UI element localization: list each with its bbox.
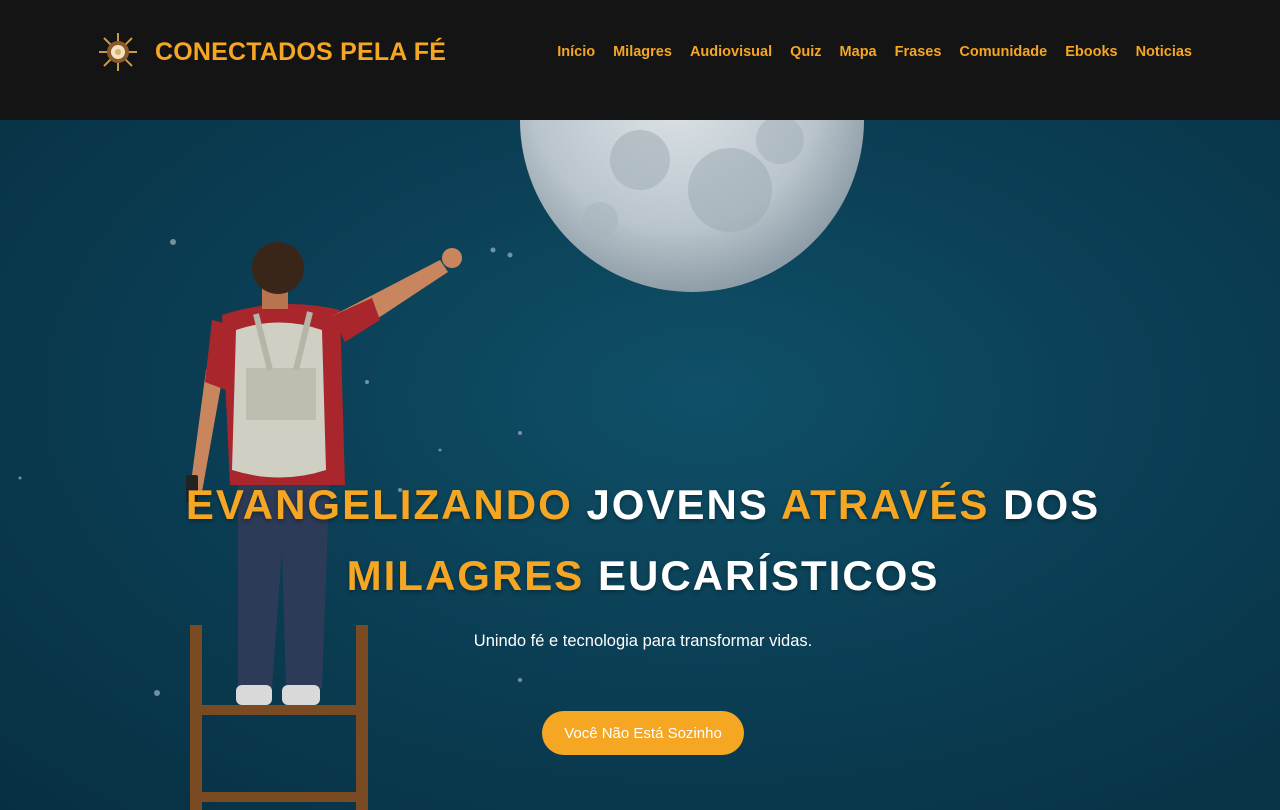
nav-item-comunidade[interactable]: Comunidade xyxy=(959,44,1047,60)
nav-item-frases[interactable]: Frases xyxy=(895,44,942,60)
headline-word: ATRAVÉS xyxy=(780,481,990,528)
nav-item-noticias[interactable]: Noticias xyxy=(1136,44,1192,60)
nav-item-ebooks[interactable]: Ebooks xyxy=(1065,44,1117,60)
nav-item-mapa[interactable]: Mapa xyxy=(840,44,877,60)
nav-item-inicio[interactable]: Início xyxy=(557,44,595,60)
monstrance-icon xyxy=(99,33,137,71)
headline-word: MILAGRES xyxy=(346,552,585,599)
hero-background-illustration xyxy=(18,120,864,810)
headline-word: DOS xyxy=(1003,481,1101,528)
hero-subtitle: Unindo fé e tecnologia para transformar … xyxy=(473,632,813,650)
site-header: CONECTADOS PELA FÉ Início Milagres Audio… xyxy=(0,0,1280,120)
main-nav: Início Milagres Audiovisual Quiz Mapa Fr… xyxy=(557,44,1192,60)
hero-headline-line-1: EVANGELIZANDO JOVENS ATRAVÉS DOS xyxy=(3,481,1280,529)
hero-headline-line-2: MILAGRES EUCARÍSTICOS xyxy=(3,552,1280,600)
hero-section: EVANGELIZANDO JOVENS ATRAVÉS DOS MILAGRE… xyxy=(0,120,1280,810)
nav-item-audiovisual[interactable]: Audiovisual xyxy=(690,44,772,60)
site-title: CONECTADOS PELA FÉ xyxy=(155,37,447,66)
cta-button[interactable]: Você Não Está Sozinho xyxy=(542,711,744,755)
headline-word: EVANGELIZANDO xyxy=(185,481,573,528)
ladder-image xyxy=(190,625,368,810)
moon-image xyxy=(520,120,864,292)
brand[interactable]: CONECTADOS PELA FÉ xyxy=(97,31,446,73)
headline-word: JOVENS xyxy=(586,481,769,528)
nav-item-milagres[interactable]: Milagres xyxy=(613,44,672,60)
nav-item-quiz[interactable]: Quiz xyxy=(790,44,821,60)
headline-word: EUCARÍSTICOS xyxy=(597,552,940,599)
